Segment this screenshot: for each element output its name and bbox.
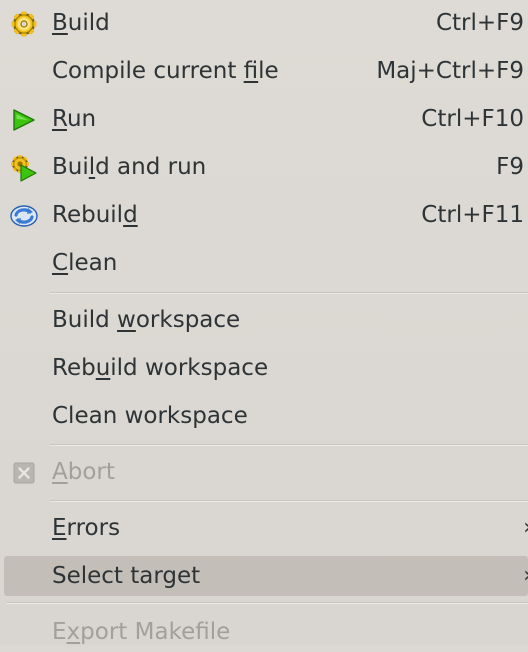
menu-item-label: Select target	[52, 563, 201, 589]
menu-item-label: Errors	[52, 515, 121, 541]
menu-item-shortcut: Ctrl+F9	[435, 10, 524, 36]
menu-item-shortcut: Maj+Ctrl+F9	[376, 58, 524, 84]
menu-item-clean[interactable]: Clean	[0, 242, 528, 286]
menu-item-label: Rebuild	[52, 202, 138, 228]
menu-item-label: Export Makefile	[52, 619, 231, 645]
submenu-arrow-icon: ›	[523, 562, 528, 590]
gear-icon	[10, 10, 38, 38]
menu-item-build[interactable]: Build Ctrl+F9	[0, 2, 528, 46]
menu-item-rebuild[interactable]: Rebuild Ctrl+F11	[0, 194, 528, 238]
rebuild-icon	[10, 202, 38, 230]
menu-separator	[6, 602, 528, 604]
menu-item-run[interactable]: Run Ctrl+F10	[0, 98, 528, 142]
menu-item-select-target[interactable]: Select target ›	[4, 556, 528, 596]
build-and-run-icon	[10, 154, 38, 182]
menu-item-label: Rebuild workspace	[52, 355, 269, 381]
build-menu: Build Ctrl+F9 Compile current file Maj+C…	[0, 0, 528, 646]
menu-item-label: Run	[52, 106, 97, 132]
menu-item-errors[interactable]: Errors ›	[0, 506, 528, 550]
menu-item-label: Clean	[52, 250, 118, 276]
submenu-arrow-icon: ›	[523, 514, 528, 542]
menu-item-label: Clean workspace	[52, 403, 248, 429]
menu-item-label: Build and run	[52, 154, 207, 180]
menu-item-abort: Abort	[0, 450, 528, 494]
menu-item-build-and-run[interactable]: Build and run F9	[0, 146, 528, 190]
menu-item-clean-workspace[interactable]: Clean workspace	[0, 394, 528, 438]
menu-item-export-makefile: Export Makefile	[0, 608, 528, 652]
menu-separator	[50, 444, 528, 446]
menu-item-label: Build	[52, 10, 110, 36]
menu-item-label: Compile current file	[52, 58, 279, 84]
menu-item-build-workspace[interactable]: Build workspace	[0, 298, 528, 342]
menu-item-rebuild-workspace[interactable]: Rebuild workspace	[0, 346, 528, 390]
menu-separator	[50, 292, 528, 294]
play-icon	[10, 106, 38, 134]
menu-item-compile-current-file[interactable]: Compile current file Maj+Ctrl+F9	[0, 50, 528, 94]
abort-icon	[10, 458, 38, 486]
menu-separator	[50, 500, 528, 502]
menu-item-shortcut: Ctrl+F11	[421, 202, 524, 228]
menu-item-shortcut: F9	[496, 154, 524, 180]
menu-item-shortcut: Ctrl+F10	[421, 106, 524, 132]
menu-item-label: Build workspace	[52, 307, 241, 333]
menu-item-label: Abort	[52, 459, 115, 485]
